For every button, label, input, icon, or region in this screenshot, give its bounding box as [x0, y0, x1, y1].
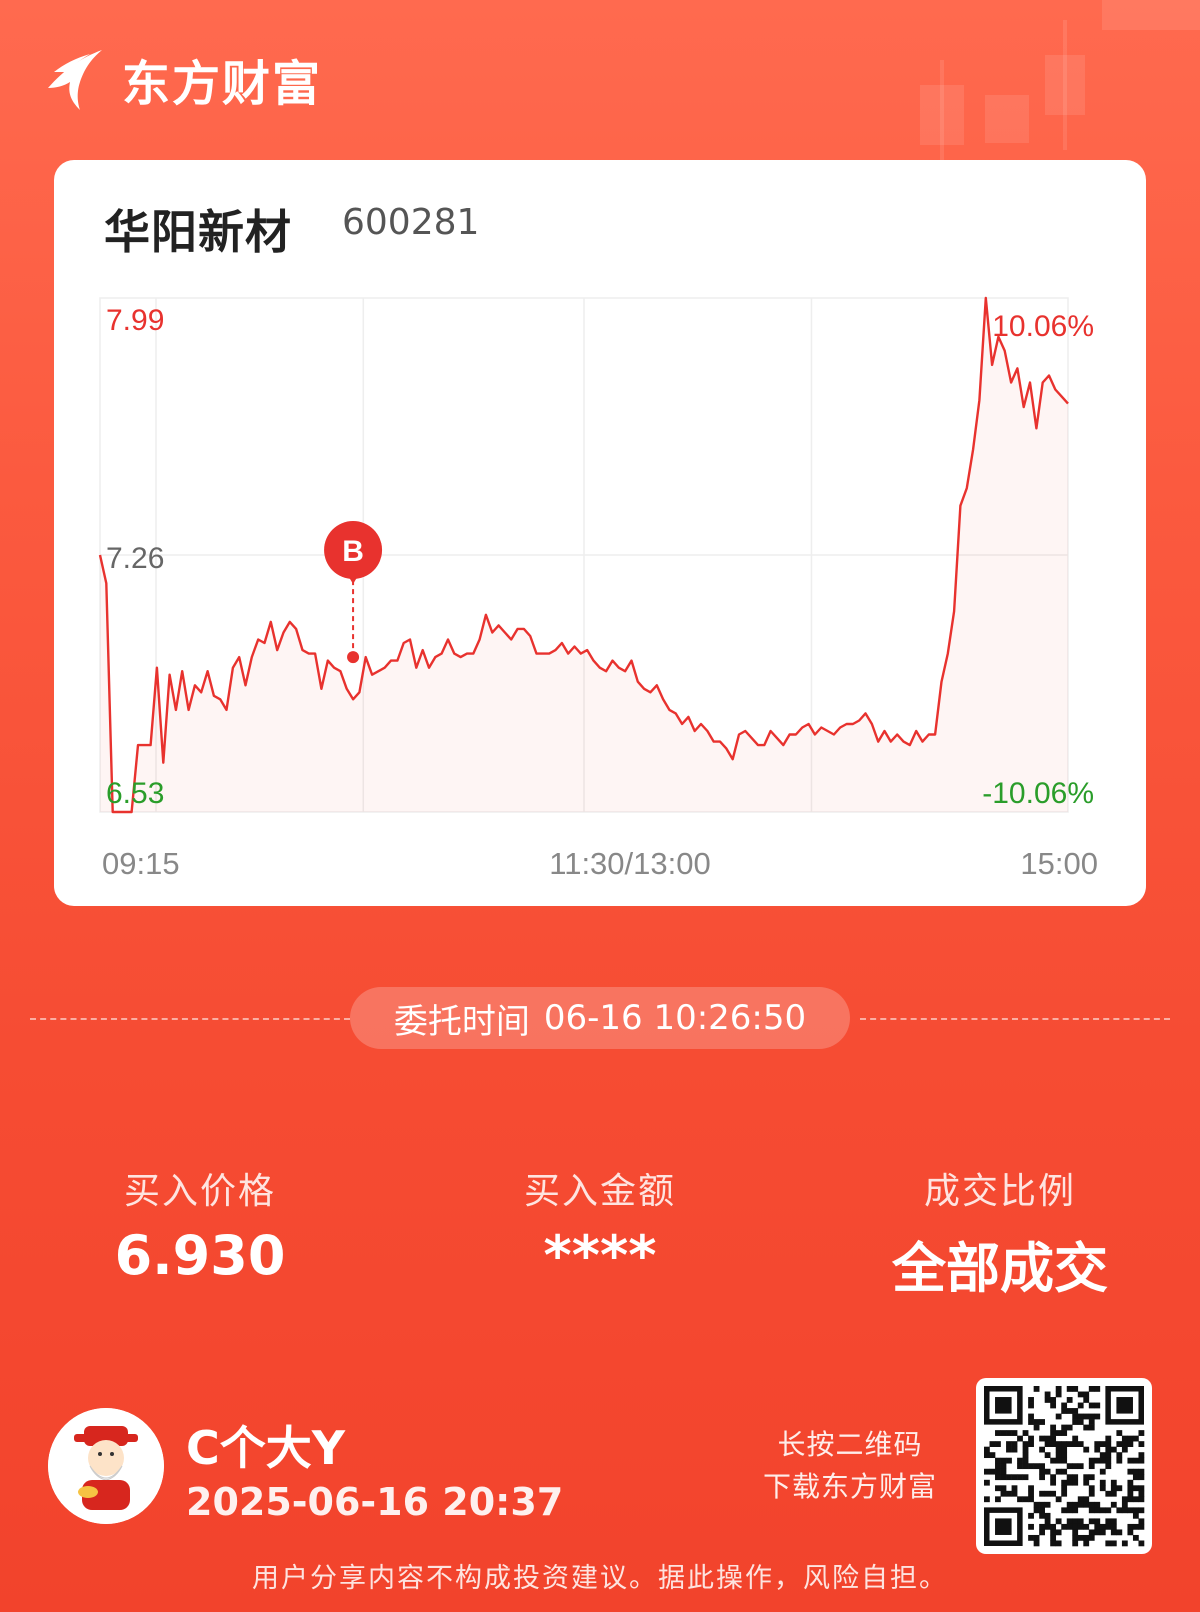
- stat-buy-amount-value: ****: [543, 1224, 657, 1287]
- qr-hint-line2: 下载东方财富: [762, 1470, 937, 1503]
- stat-buy-price-value: 6.930: [114, 1224, 286, 1287]
- stat-buy-price-label: 买入价格: [123, 1171, 276, 1212]
- buy-marker-label: B: [342, 535, 364, 568]
- order-time-label: 委托时间: [393, 1001, 530, 1042]
- god-of-wealth-avatar-icon: [48, 1408, 164, 1524]
- background-candles-decoration: [920, 0, 1200, 160]
- intraday-chart: B 7.99 7.26 6.53 10.06% -10.06% 09:15 11…: [98, 296, 1098, 881]
- stat-fill-ratio-value: 全部成交: [892, 1237, 1108, 1300]
- stat-fill-ratio: 成交比例 全部成交: [850, 1162, 1150, 1303]
- user-name: C个大Y: [186, 1421, 346, 1475]
- stat-buy-price: 买入价格 6.930: [50, 1162, 350, 1287]
- stat-buy-amount-label: 买入金额: [523, 1171, 676, 1212]
- x-tick-close: 15:00: [1020, 846, 1098, 881]
- disclaimer: 用户分享内容不构成投资建议。据此操作，风险自担。: [252, 1563, 948, 1594]
- share-time: 2025-06-16 20:37: [186, 1480, 564, 1524]
- app-name: 东方财富: [122, 56, 323, 112]
- stock-chart-card[interactable]: 华阳新材 600281 B 7.99 7.26 6.53 10.06% -10.…: [54, 160, 1146, 906]
- qr-hint-line1: 长按二维码: [777, 1428, 923, 1461]
- qr-hint: 长按二维码 下载东方财富: [750, 1424, 950, 1508]
- buy-marker[interactable]: B: [324, 521, 383, 664]
- app-logo: 东方财富: [46, 44, 322, 114]
- buy-marker-dot: [347, 651, 360, 664]
- divider-left: [30, 1018, 350, 1020]
- order-time-value: 06-16 10:26:50: [543, 998, 807, 1038]
- stat-fill-ratio-label: 成交比例: [923, 1171, 1076, 1212]
- y-label-min-pct: -10.06%: [982, 777, 1094, 810]
- divider-right: [860, 1018, 1170, 1020]
- x-tick-midday: 11:30/13:00: [549, 846, 710, 881]
- stat-buy-amount: 买入金额 ****: [450, 1162, 750, 1287]
- avatar[interactable]: [48, 1408, 164, 1524]
- y-label-max-pct: 10.06%: [992, 310, 1094, 343]
- y-label-mid-price: 7.26: [106, 542, 164, 575]
- brand-logo-icon: [48, 50, 102, 110]
- y-label-max-price: 7.99: [106, 304, 164, 337]
- y-label-min-price: 6.53: [106, 777, 164, 810]
- qr-code-icon: [984, 1386, 1145, 1547]
- qr-code[interactable]: [976, 1378, 1152, 1554]
- x-tick-open: 09:15: [102, 846, 180, 881]
- order-time-pill: 委托时间 06-16 10:26:50: [350, 987, 850, 1049]
